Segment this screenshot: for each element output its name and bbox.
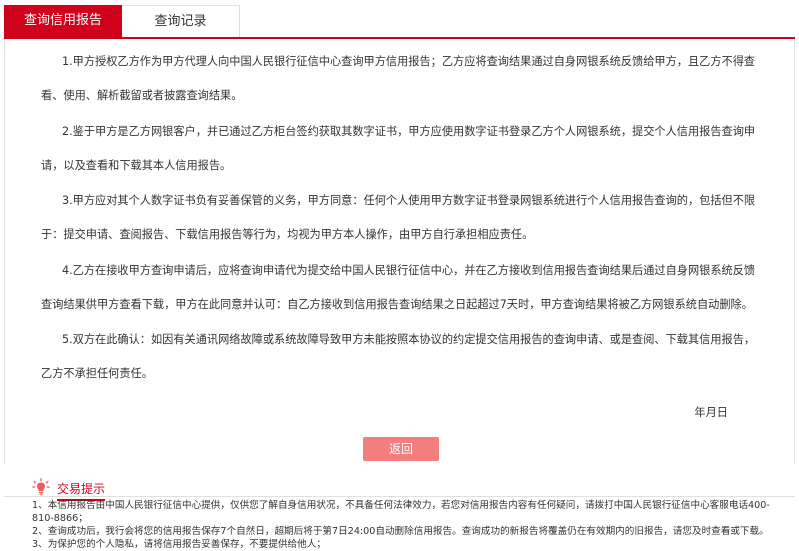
agreement-panel: 1.甲方授权乙方作为甲方代理人向中国人民银行征信中心查询甲方信用报告；乙方应将查… — [4, 39, 795, 464]
agreement-paragraph-4: 4.乙方在接收甲方查询申请后，应将查询申请代为提交给中国人民银行征信中心，并在乙… — [41, 264, 756, 311]
lightbulb-icon — [32, 478, 50, 495]
tips-title: 交易提示 — [57, 480, 106, 501]
tip-item-2: 2、查询成功后，我行会将您的信用报告保存7个自然日，超期后将于第7日24:00自… — [32, 526, 769, 537]
tips-divider — [4, 496, 795, 497]
tab-query-records[interactable]: 查询记录 — [122, 5, 240, 37]
tab-query-credit-report[interactable]: 查询信用报告 — [4, 5, 122, 37]
agreement-paragraph-3: 3.甲方应对其个人数字证书负有妥善保管的义务，甲方同意：任何个人使用甲方数字证书… — [41, 194, 756, 241]
agreement-paragraph-2: 2.鉴于甲方是乙方网银客户，并已通过乙方柜台签约获取其数字证书，甲方应使用数字证… — [41, 125, 756, 172]
tab-bar: 查询信用报告 查询记录 — [4, 5, 795, 39]
agreement-paragraph-1: 1.甲方授权乙方作为甲方代理人向中国人民银行征信中心查询甲方信用报告；乙方应将查… — [41, 55, 756, 102]
agreement-paragraph-5: 5.双方在此确认：如因有关通讯网络故障或系统故障导致甲方未能按照本协议的约定提交… — [41, 333, 756, 380]
signature-date: 年月日 — [694, 406, 728, 419]
tips-list: 1、本信用报告由中国人民银行征信中心提供，仅供您了解自身信用状况，不具备任何法律… — [32, 499, 782, 551]
tip-item-1: 1、本信用报告由中国人民银行征信中心提供，仅供您了解自身信用状况，不具备任何法律… — [32, 500, 770, 524]
transaction-tips: 交易提示 1、本信用报告由中国人民银行征信中心提供，仅供您了解自身信用状况，不具… — [4, 466, 795, 551]
back-button[interactable]: 返回 — [363, 437, 439, 461]
tip-item-3: 3、为保护您的个人隐私，请将信用报告妥善保存，不要提供给他人； — [32, 539, 326, 550]
